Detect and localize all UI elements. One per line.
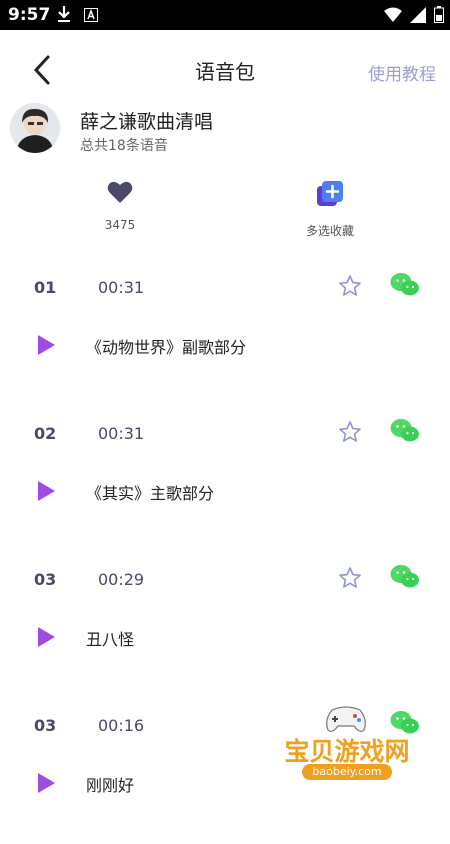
- pack-name: 薛之谦歌曲清唱: [80, 111, 214, 133]
- battery-icon: [434, 6, 444, 23]
- star-icon[interactable]: [338, 274, 362, 298]
- play-icon[interactable]: [36, 334, 56, 356]
- track-number: 03: [34, 570, 57, 589]
- like-button[interactable]: 3475: [60, 180, 180, 232]
- gamepad-icon: [326, 706, 366, 732]
- wechat-share-icon[interactable]: [390, 564, 420, 590]
- download-icon: [56, 5, 72, 27]
- track-duration: 00:31: [98, 424, 145, 443]
- avatar: [10, 103, 60, 153]
- play-icon[interactable]: [36, 480, 56, 502]
- top-bar: 语音包 使用教程: [0, 30, 450, 110]
- wechat-share-icon[interactable]: [390, 272, 420, 298]
- watermark: 宝贝游戏网 baobeiy.com: [272, 700, 422, 800]
- star-icon[interactable]: [338, 420, 362, 444]
- track-title: 《动物世界》副歌部分: [86, 338, 247, 357]
- app-notification-icon: [84, 7, 98, 26]
- signal-icon: [410, 6, 426, 23]
- play-icon[interactable]: [36, 626, 56, 648]
- heart-icon: [107, 181, 133, 203]
- pack-header: 薛之谦歌曲清唱 总共18条语音: [10, 100, 440, 160]
- track-duration: 00:31: [98, 278, 145, 297]
- status-bar: 9:57: [0, 0, 450, 30]
- pack-count: 总共18条语音: [80, 138, 168, 154]
- track-number: 01: [34, 278, 57, 297]
- actions-row: 3475 多选收藏: [0, 180, 450, 250]
- play-icon[interactable]: [36, 772, 56, 794]
- multi-collect-icon: [317, 181, 343, 206]
- watermark-name: 宝贝游戏网: [284, 737, 410, 766]
- list-item: 03 00:29 丑八怪: [0, 552, 450, 698]
- status-indicators: [384, 6, 444, 23]
- track-duration: 00:29: [98, 570, 145, 589]
- status-time: 9:57: [8, 5, 51, 25]
- multi-collect-label: 多选收藏: [305, 224, 354, 238]
- track-number: 03: [34, 716, 57, 735]
- like-count: 3475: [104, 218, 136, 232]
- track-title: 刚刚好: [86, 776, 135, 795]
- track-number: 02: [34, 424, 57, 443]
- tutorial-link[interactable]: 使用教程: [368, 60, 436, 85]
- star-icon[interactable]: [338, 566, 362, 590]
- wifi-icon: [384, 7, 402, 22]
- track-duration: 00:16: [98, 716, 145, 735]
- wechat-share-icon[interactable]: [390, 418, 420, 444]
- list-item: 02 00:31 《其实》主歌部分: [0, 406, 450, 552]
- list-item: 01 00:31 《动物世界》副歌部分: [0, 260, 450, 406]
- watermark-url: baobeiy.com: [302, 764, 392, 780]
- track-title: 丑八怪: [86, 630, 135, 649]
- track-title: 《其实》主歌部分: [86, 484, 215, 503]
- multi-collect-button[interactable]: 多选收藏: [270, 180, 390, 239]
